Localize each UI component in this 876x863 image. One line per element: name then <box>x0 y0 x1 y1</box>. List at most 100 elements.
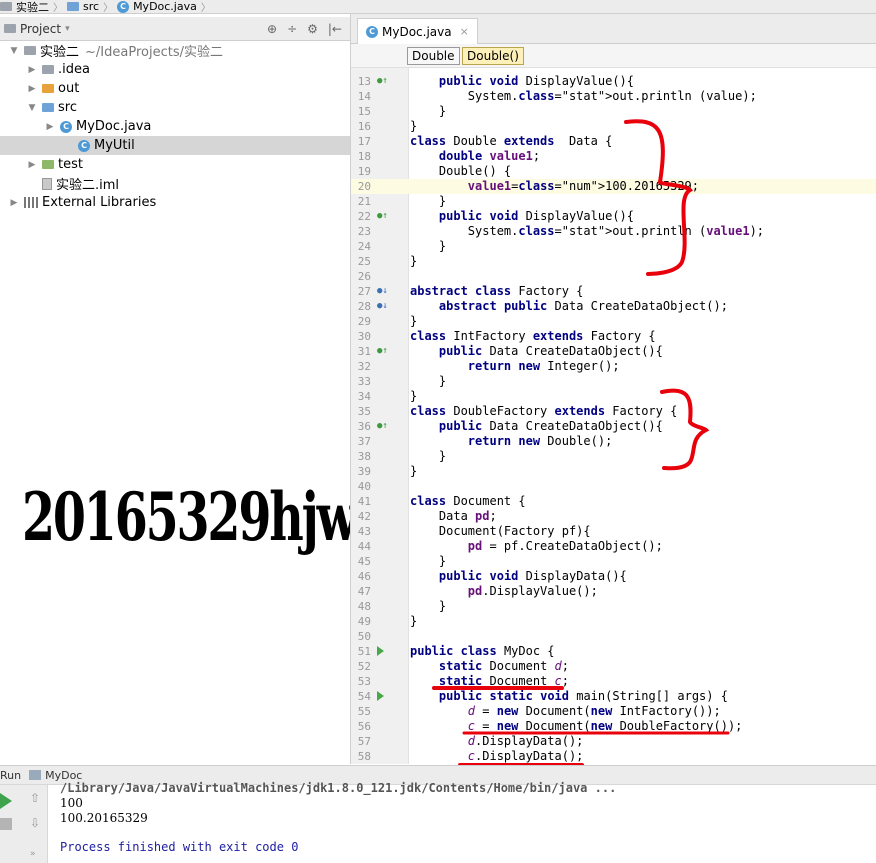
code-line[interactable]: 42 Data pd; <box>351 509 876 524</box>
code-line[interactable]: 41 class Document { <box>351 494 876 509</box>
code-line[interactable]: 57 d.DisplayData(); <box>351 734 876 749</box>
code-text: Data pd; <box>410 509 497 523</box>
code-text: double value1; <box>438 149 541 163</box>
scroll-down-icon[interactable]: ⇩ <box>30 816 40 830</box>
close-icon[interactable]: × <box>460 25 469 38</box>
code-line[interactable]: 58 c.DisplayData(); <box>351 749 876 764</box>
code-line[interactable]: 38 } <box>351 449 876 464</box>
more-icon[interactable]: » <box>30 849 36 859</box>
run-console[interactable]: /Library/Java/JavaVirtualMachines/jdk1.8… <box>48 781 876 863</box>
code-line[interactable]: 53 static Document c; <box>351 674 876 689</box>
tree-item[interactable]: ▶ C MyDoc.java <box>0 117 350 136</box>
overrides-method-icon[interactable]: ●↑ <box>377 346 388 356</box>
code-line[interactable]: 39} <box>351 464 876 479</box>
code-line[interactable]: 52 static Document d; <box>351 659 876 674</box>
tree-item[interactable]: ▶ test <box>0 155 350 174</box>
collapse-arrow-icon[interactable]: ▶ <box>44 122 56 132</box>
code-line[interactable]: 36 ●↑ public Data CreateDataObject(){ <box>351 419 876 434</box>
line-number: 50 <box>357 630 371 643</box>
code-line[interactable]: 50 <box>351 629 876 644</box>
expand-arrow-icon[interactable]: ▼ <box>8 46 20 56</box>
implemented-method-icon[interactable]: ●↓ <box>377 286 388 296</box>
code-line[interactable]: 22 ●↑ public void DisplayValue(){ <box>351 209 876 224</box>
code-line[interactable]: 54 public static void main(String[] args… <box>351 689 876 704</box>
hide-panel-icon[interactable]: |← <box>328 22 342 36</box>
java-class-icon: C <box>78 139 90 152</box>
code-line[interactable]: 20 value1=class="num">100.20165329; <box>351 179 876 194</box>
code-line[interactable]: 49} <box>351 614 876 629</box>
code-line[interactable]: 30 class IntFactory extends Factory { <box>351 329 876 344</box>
code-line[interactable]: 27 ●↓ abstract class Factory { <box>351 284 876 299</box>
code-line[interactable]: 51 public class MyDoc { <box>351 644 876 659</box>
run-gutter-icon[interactable] <box>377 646 384 656</box>
project-tree: ▼ 实验二 ~/IdeaProjects/实验二 ▶ .idea ▶ out ▼ src ▶ C My… <box>0 41 350 761</box>
code-line[interactable]: 55 d = new Document(new IntFactory()); <box>351 704 876 719</box>
code-line[interactable]: 18 double value1; <box>351 149 876 164</box>
overrides-method-icon[interactable]: ●↑ <box>377 421 388 431</box>
code-line[interactable]: 45 } <box>351 554 876 569</box>
code-line[interactable]: 23 System.class="stat">out.println (valu… <box>351 224 876 239</box>
breadcrumb-file[interactable]: C MyDoc.java 〉 <box>117 0 215 13</box>
code-line[interactable]: 15 } <box>351 104 876 119</box>
code-line[interactable]: 14 System.class="stat">out.println (valu… <box>351 89 876 104</box>
tree-item[interactable]: 实验二.iml <box>0 174 350 193</box>
overrides-method-icon[interactable]: ●↑ <box>377 76 388 86</box>
code-line[interactable]: 29} <box>351 314 876 329</box>
breadcrumb-src[interactable]: src 〉 <box>67 0 117 13</box>
collapse-all-icon[interactable]: ÷ <box>287 22 297 36</box>
gear-icon[interactable]: ⚙ <box>307 22 318 36</box>
code-line[interactable]: 26 <box>351 269 876 284</box>
code-line[interactable]: 46 public void DisplayData(){ <box>351 569 876 584</box>
code-text: class IntFactory extends Factory { <box>410 329 656 343</box>
code-line[interactable]: 56 c = new Document(new DoubleFactory())… <box>351 719 876 734</box>
overrides-method-icon[interactable]: ●↑ <box>377 211 388 221</box>
code-line[interactable]: 48 } <box>351 599 876 614</box>
code-line[interactable]: 24 } <box>351 239 876 254</box>
code-line[interactable]: 16} <box>351 119 876 134</box>
breadcrumb-project[interactable]: 实验二〉 <box>0 0 67 13</box>
locate-icon[interactable]: ⊕ <box>267 22 277 36</box>
code-line[interactable]: 13 ●↑ public void DisplayValue(){ <box>351 74 876 89</box>
collapse-arrow-icon[interactable]: ▶ <box>8 198 20 208</box>
code-line[interactable]: 37 return new Double(); <box>351 434 876 449</box>
collapse-arrow-icon[interactable]: ▶ <box>26 160 38 170</box>
tree-item[interactable]: ▶ External Libraries <box>0 193 350 212</box>
code-line[interactable]: 34} <box>351 389 876 404</box>
code-line[interactable]: 19 Double() { <box>351 164 876 179</box>
rerun-button[interactable] <box>0 793 12 809</box>
code-line[interactable]: 44 pd = pf.CreateDataObject(); <box>351 539 876 554</box>
tree-item[interactable]: ▶ .idea <box>0 60 350 79</box>
code-editor[interactable]: 13 ●↑ public void DisplayValue(){14 Syste… <box>351 68 876 764</box>
code-line[interactable]: 40 <box>351 479 876 494</box>
stop-button[interactable] <box>0 818 12 830</box>
tree-item[interactable]: ▶ out <box>0 79 350 98</box>
collapse-arrow-icon[interactable]: ▶ <box>26 84 38 94</box>
code-text: class DoubleFactory extends Factory { <box>410 404 678 418</box>
code-line[interactable]: 31 ●↑ public Data CreateDataObject(){ <box>351 344 876 359</box>
run-config-name[interactable]: MyDoc <box>45 769 82 782</box>
tree-item[interactable]: C MyUtil <box>0 136 350 155</box>
collapse-arrow-icon[interactable]: ▶ <box>26 65 38 75</box>
run-gutter-icon[interactable] <box>377 691 384 701</box>
code-line[interactable]: 32 return new Integer(); <box>351 359 876 374</box>
console-command-line: /Library/Java/JavaVirtualMachines/jdk1.8… <box>60 781 617 795</box>
code-line[interactable]: 25} <box>351 254 876 269</box>
navigation-breadcrumb: 实验二〉 src 〉 C MyDoc.java 〉 <box>0 0 876 14</box>
tab-mydoc-java[interactable]: C MyDoc.java × <box>357 18 478 44</box>
code-line[interactable]: 43 Document(Factory pf){ <box>351 524 876 539</box>
tree-item[interactable]: ▼ src <box>0 98 350 117</box>
expand-arrow-icon[interactable]: ▼ <box>26 103 38 113</box>
breadcrumb-class-double[interactable]: Double <box>407 47 460 65</box>
code-line[interactable]: 47 pd.DisplayValue(); <box>351 584 876 599</box>
run-tool-label[interactable]: Run <box>0 769 21 782</box>
code-line[interactable]: 21 } <box>351 194 876 209</box>
scroll-up-icon[interactable]: ⇧ <box>30 791 40 805</box>
implemented-method-icon[interactable]: ●↓ <box>377 301 388 311</box>
code-line[interactable]: 17 class Double extends Data { <box>351 134 876 149</box>
code-line[interactable]: 35 class DoubleFactory extends Factory { <box>351 404 876 419</box>
code-line[interactable]: 28 ●↓ abstract public Data CreateDataObje… <box>351 299 876 314</box>
code-line[interactable]: 33 } <box>351 374 876 389</box>
breadcrumb-constructor-double[interactable]: Double() <box>462 47 524 65</box>
project-view-selector[interactable]: Project ▾ <box>0 22 70 36</box>
tree-item[interactable]: ▼ 实验二 ~/IdeaProjects/实验二 <box>0 41 350 60</box>
